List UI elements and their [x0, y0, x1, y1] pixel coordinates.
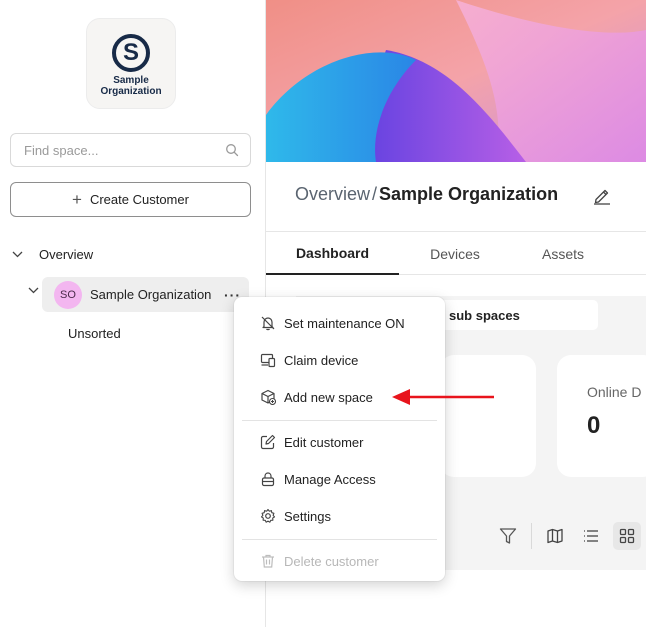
menu-item-manage-access[interactable]: Manage Access — [234, 464, 445, 494]
cube-plus-icon — [260, 389, 276, 405]
menu-item-claim-device[interactable]: Claim device — [234, 345, 445, 375]
menu-item-label: Set maintenance ON — [284, 315, 405, 331]
devices-icon — [260, 352, 276, 368]
bell-off-icon — [260, 315, 276, 331]
tab-dashboard[interactable]: Dashboard — [266, 232, 399, 275]
plus-icon: + — [72, 190, 82, 209]
menu-item-label: Edit customer — [284, 434, 364, 450]
tree-item-unsorted[interactable]: Unsorted — [68, 326, 121, 341]
grid-view-icon[interactable] — [613, 522, 641, 550]
create-customer-button[interactable]: + Create Customer — [10, 182, 251, 217]
create-customer-label: Create Customer — [89, 192, 189, 207]
logo-text: Sample Organization — [100, 75, 162, 97]
space-search[interactable] — [10, 133, 251, 167]
header-banner — [266, 0, 646, 162]
stat-label: Online D — [587, 384, 642, 400]
tab-assets[interactable]: Assets — [511, 232, 615, 275]
menu-item-edit-customer[interactable]: Edit customer — [234, 427, 445, 457]
organization-logo: S Sample Organization — [86, 18, 176, 109]
view-toolbar — [494, 522, 641, 550]
menu-item-label: Claim device — [284, 352, 359, 368]
trash-icon — [260, 553, 276, 569]
list-view-icon[interactable] — [577, 522, 605, 550]
breadcrumb-separator: / — [372, 184, 378, 204]
chevron-down-icon[interactable] — [10, 251, 24, 258]
menu-item-label: Delete customer — [284, 553, 379, 569]
tree-item-label: Sample Organization — [90, 287, 212, 302]
menu-item-settings[interactable]: Settings — [234, 501, 445, 531]
menu-divider — [242, 539, 437, 540]
menu-divider — [242, 420, 437, 421]
search-input[interactable] — [24, 142, 224, 158]
menu-item-label: Add new space — [284, 389, 373, 405]
menu-item-set-maintenance[interactable]: Set maintenance ON — [234, 308, 445, 338]
stat-card — [440, 355, 536, 477]
tree-item-sample-organization[interactable]: SO Sample Organization ··· — [42, 277, 249, 312]
stat-value: 0 — [587, 412, 601, 439]
page-title: Sample Organization — [379, 184, 559, 204]
gear-icon — [260, 508, 276, 524]
tree-item-overview[interactable]: Overview — [10, 243, 93, 265]
annotation-arrow — [392, 389, 494, 405]
filter-icon[interactable] — [494, 522, 522, 550]
menu-item-label: Manage Access — [284, 471, 376, 487]
avatar: SO — [54, 280, 82, 309]
sub-spaces-toggle[interactable]: sub spaces — [440, 300, 598, 330]
breadcrumb: Overview / Sample Organization — [295, 184, 558, 205]
sidebar: S Sample Organization + Create Customer … — [0, 0, 266, 627]
stat-card-online-devices: Online D 0 — [557, 355, 646, 477]
logo-mark: S — [112, 34, 150, 72]
pencil-icon[interactable] — [592, 185, 612, 205]
breadcrumb-overview[interactable]: Overview — [295, 184, 370, 205]
menu-item-delete-customer: Delete customer — [234, 546, 445, 576]
tab-bar: Dashboard Devices Assets — [266, 231, 646, 275]
chevron-down-icon[interactable] — [26, 287, 40, 294]
customer-context-menu: Set maintenance ON Claim device Add new … — [234, 297, 445, 581]
map-icon[interactable] — [541, 522, 569, 550]
search-icon[interactable] — [224, 142, 240, 158]
menu-item-label: Settings — [284, 508, 331, 524]
edit-icon — [260, 434, 276, 450]
tree-item-label: Overview — [39, 246, 94, 262]
toolbar-divider — [531, 523, 532, 549]
tab-devices[interactable]: Devices — [399, 232, 511, 275]
lock-icon — [260, 471, 276, 487]
